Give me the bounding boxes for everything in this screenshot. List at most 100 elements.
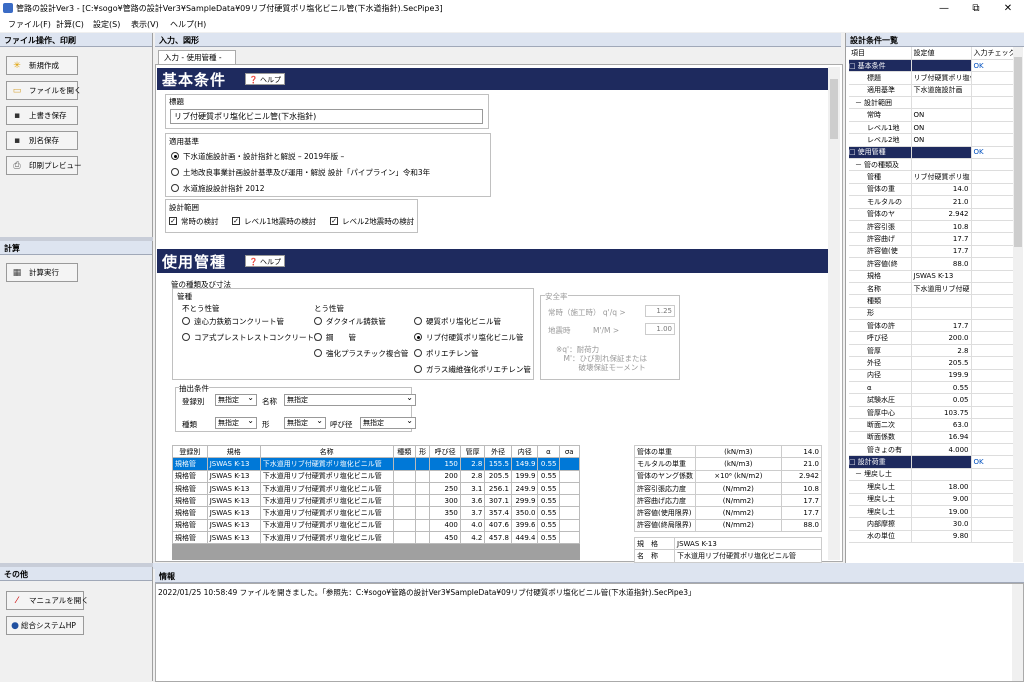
tree-row[interactable]: －管の種類及 bbox=[849, 158, 1020, 172]
col-header[interactable]: σa bbox=[558, 445, 580, 459]
table-row[interactable]: 規格管 JSWAS K-13 下水道用リブ付硬質ポリ塩化ビニル管 200 2.8 205.… bbox=[172, 469, 580, 483]
tree-row[interactable]: 埋戻し土 18.00 bbox=[849, 480, 1020, 494]
radio-frp[interactable] bbox=[314, 349, 322, 357]
tree-row[interactable]: α 0.55 bbox=[849, 381, 1020, 395]
radio-steel[interactable] bbox=[314, 333, 322, 341]
tree-row[interactable]: 管体の重 14.0 bbox=[849, 183, 1020, 197]
tree-row[interactable]: 常時 ON bbox=[849, 108, 1020, 122]
tree-row[interactable]: □ 基本条件 OK bbox=[849, 59, 1020, 73]
tree-row[interactable]: 外径 205.5 bbox=[849, 356, 1020, 370]
col-header[interactable]: 規格 bbox=[206, 445, 261, 459]
title-input[interactable]: リブ付硬質ポリ塩化ビニル管(下水指針) bbox=[170, 109, 483, 124]
tree-row[interactable]: □ 使用管種 OK bbox=[849, 146, 1020, 160]
tree-row[interactable]: 内径 199.9 bbox=[849, 369, 1020, 383]
check-level2[interactable]: ✓ bbox=[330, 217, 338, 225]
tree-row[interactable]: 断面二次 63.0 bbox=[849, 418, 1020, 432]
standard-radio-sewer[interactable] bbox=[171, 152, 179, 160]
menu-settings[interactable]: 設定(S) bbox=[93, 19, 120, 30]
tree-row[interactable]: 許容値(使 17.7 bbox=[849, 245, 1020, 259]
info-scrollbar[interactable] bbox=[1012, 584, 1023, 681]
table-row[interactable]: 規格管 JSWAS K-13 下水道用リブ付硬質ポリ塩化ビニル管 350 3.7 357.… bbox=[172, 506, 580, 520]
tree-row[interactable]: □ 設計荷重 OK bbox=[849, 455, 1020, 469]
tree-row[interactable]: 管種 リブ付硬質ポリ塩 bbox=[849, 170, 1020, 184]
tree-row[interactable]: 許容引張 10.8 bbox=[849, 220, 1020, 234]
tree-row[interactable]: 規格 JSWAS K-13 bbox=[849, 270, 1020, 283]
scroll-thumb[interactable] bbox=[830, 79, 838, 139]
check-level1[interactable]: ✓ bbox=[232, 217, 240, 225]
save-button[interactable]: ▪ 上書き保存 bbox=[6, 106, 78, 125]
homepage-button[interactable]: ● 総合システムHP bbox=[6, 616, 84, 635]
tree-row[interactable]: レベル1地 ON bbox=[849, 121, 1020, 135]
tree-row[interactable]: 内部摩擦 30.0 bbox=[849, 517, 1020, 531]
radio-pvc[interactable] bbox=[414, 317, 422, 325]
col-header[interactable]: 管厚 bbox=[459, 445, 486, 459]
menu-view[interactable]: 表示(V) bbox=[131, 19, 159, 30]
print-preview-button[interactable]: ⎙ 印刷プレビュー bbox=[6, 156, 82, 175]
menu-calc[interactable]: 計算(C) bbox=[56, 19, 84, 30]
reg-select[interactable]: 無指定 bbox=[215, 394, 257, 406]
col-header[interactable]: α bbox=[537, 445, 560, 459]
tree-row[interactable]: 管厚 2.8 bbox=[849, 344, 1020, 358]
tree-row[interactable]: 種類 bbox=[849, 294, 1020, 308]
col-header[interactable]: 登録別 bbox=[172, 445, 208, 459]
tree-row[interactable]: 埋戻し土 19.00 bbox=[849, 505, 1020, 519]
safety-normal-input[interactable]: 1.25 bbox=[645, 305, 675, 317]
tree-row[interactable]: －設計範囲 bbox=[849, 96, 1020, 110]
help-button[interactable]: ❓ ヘルプ bbox=[245, 73, 285, 85]
tree-row[interactable]: 断面係数 16.94 bbox=[849, 431, 1020, 445]
menu-file[interactable]: ファイル(F) bbox=[8, 19, 51, 30]
tree-row[interactable]: 水の単位 9.80 bbox=[849, 530, 1020, 544]
scroll-thumb[interactable] bbox=[1014, 57, 1022, 247]
expand-icon[interactable]: － bbox=[855, 161, 862, 169]
right-scrollbar[interactable] bbox=[1013, 47, 1023, 562]
tree-row[interactable]: 管体のヤ 2.942 bbox=[849, 208, 1020, 221]
col-header[interactable]: 内径 bbox=[510, 445, 539, 459]
table-row[interactable]: 規格管 JSWAS K-13 下水道用リブ付硬質ポリ塩化ビニル管 250 3.1 256.… bbox=[172, 481, 580, 496]
tree-row[interactable]: 管きょの有 4.000 bbox=[849, 443, 1020, 457]
table-row[interactable]: 規格管 JSWAS K-13 下水道用リブ付硬質ポリ塩化ビニル管 450 4.2 457.… bbox=[172, 531, 580, 545]
tree-row[interactable]: 管厚中心 103.75 bbox=[849, 406, 1020, 420]
menu-help[interactable]: ヘルプ(H) bbox=[170, 19, 206, 30]
col-header[interactable]: 外径 bbox=[484, 445, 512, 459]
open-manual-button[interactable]: ⁄ マニュアルを開く bbox=[6, 591, 89, 610]
safety-quake-input[interactable]: 1.00 bbox=[645, 323, 675, 335]
expand-icon[interactable]: □ bbox=[849, 62, 856, 70]
kind-select[interactable]: 無指定 bbox=[215, 417, 257, 429]
table-row[interactable]: 規格管 JSWAS K-13 下水道用リブ付硬質ポリ塩化ビニル管 400 4.0 407.… bbox=[172, 518, 580, 533]
tree-row[interactable]: 許容値(終 88.0 bbox=[849, 257, 1020, 271]
help-button[interactable]: ❓ ヘルプ bbox=[245, 255, 285, 267]
expand-icon[interactable]: □ bbox=[849, 458, 856, 466]
table-row[interactable]: 規格管 JSWAS K-13 下水道用リブ付硬質ポリ塩化ビニル管 300 3.6 307.… bbox=[172, 494, 580, 508]
shape-select[interactable]: 無指定 bbox=[284, 417, 326, 429]
radio-gfrp[interactable] bbox=[414, 365, 422, 373]
minimize-button[interactable]: — bbox=[928, 0, 960, 17]
radio-ductile[interactable] bbox=[314, 317, 322, 325]
run-calc-button[interactable]: ▦ 計算実行 bbox=[6, 263, 78, 282]
tab-pipe-input[interactable]: 入力 - 使用管種 - bbox=[158, 50, 236, 64]
standard-radio-water[interactable] bbox=[171, 184, 179, 192]
col-header[interactable]: 種類 bbox=[392, 445, 416, 459]
check-normal[interactable]: ✓ bbox=[169, 217, 177, 225]
tree-row[interactable]: 適用基準 下水道施設計画 bbox=[849, 84, 1020, 98]
tree-row[interactable]: 標題 リブ付硬質ポリ塩化 bbox=[849, 71, 1020, 85]
standard-radio-land[interactable] bbox=[171, 168, 179, 176]
table-row[interactable]: 規格管 JSWAS K-13 下水道用リブ付硬質ポリ塩化ビニル管 150 2.8 155.… bbox=[172, 457, 580, 471]
radio-ribbed-pvc[interactable] bbox=[414, 333, 422, 341]
radio-pc-pipe[interactable] bbox=[182, 333, 190, 341]
col-header[interactable]: 呼び径 bbox=[429, 445, 461, 459]
dia-select[interactable]: 無指定 bbox=[360, 417, 416, 429]
tree-row[interactable]: 試験水圧 0.05 bbox=[849, 393, 1020, 407]
center-scrollbar[interactable] bbox=[828, 67, 840, 560]
col-header[interactable]: 形 bbox=[414, 445, 431, 459]
expand-icon[interactable]: □ bbox=[849, 148, 856, 156]
tree-row[interactable]: モルタルの 21.0 bbox=[849, 195, 1020, 209]
tree-row[interactable]: 名称 下水道用リブ付硬 bbox=[849, 282, 1020, 296]
tree-row[interactable]: －埋戻し土 bbox=[849, 468, 1020, 482]
close-button[interactable]: ✕ bbox=[992, 0, 1024, 17]
expand-icon[interactable]: － bbox=[855, 470, 862, 478]
new-file-button[interactable]: ✳ 新規作成 bbox=[6, 56, 78, 75]
tree-row[interactable]: 埋戻し土 9.00 bbox=[849, 493, 1020, 506]
tree-row[interactable]: 管体の許 17.7 bbox=[849, 319, 1020, 333]
save-as-button[interactable]: ▪ 別名保存 bbox=[6, 131, 78, 150]
maximize-button[interactable]: ⧉ bbox=[960, 0, 992, 17]
